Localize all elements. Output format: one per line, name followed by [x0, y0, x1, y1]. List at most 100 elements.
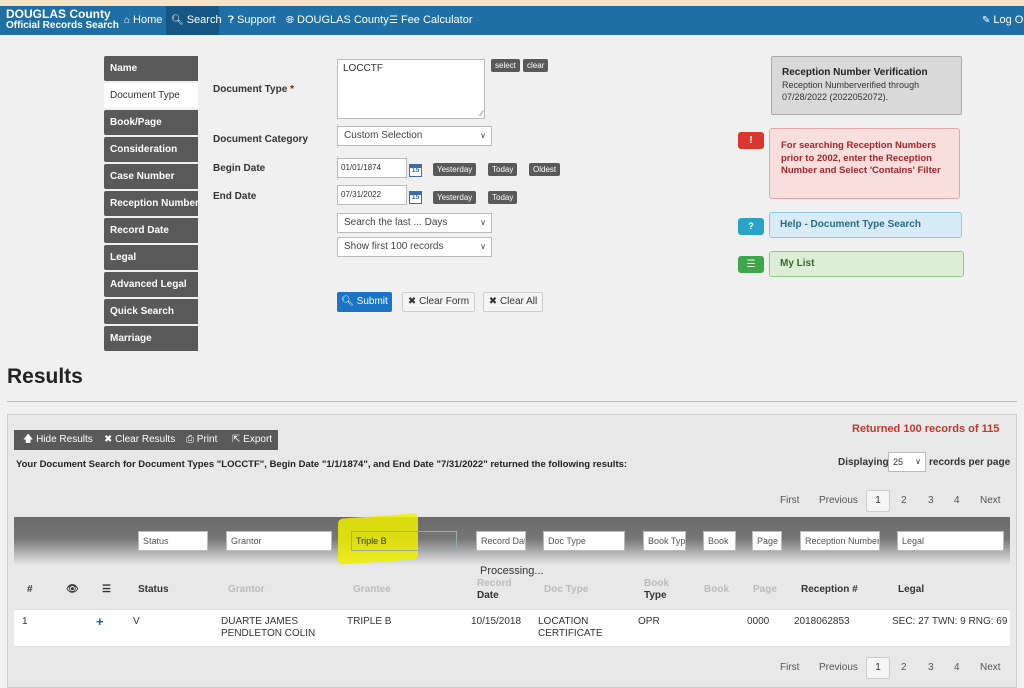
nav-fee-calculator[interactable]: ☰ Fee Calculator: [387, 6, 475, 35]
filter-legal-input[interactable]: Legal: [897, 531, 1004, 551]
clear-all-button[interactable]: ✖ Clear All: [483, 292, 543, 312]
nav-search[interactable]: 🔍︎ Search: [166, 6, 222, 35]
calendar-icon[interactable]: 15: [409, 191, 422, 204]
table-row[interactable]: [14, 609, 1010, 647]
pager-page-2[interactable]: 2: [901, 657, 907, 679]
verification-text: Reception Numberverified through 07/28/2…: [782, 80, 920, 102]
eye-icon[interactable]: 👁︎: [66, 584, 79, 596]
clear-results-button[interactable]: ✖ Clear Results: [104, 430, 175, 450]
pager-next[interactable]: Next: [980, 490, 1001, 512]
warning-icon: !: [738, 132, 764, 149]
filter-page-input[interactable]: Page: [752, 531, 782, 551]
end-date-input[interactable]: 07/31/2022: [337, 185, 407, 205]
reception-alert-box: For searching Reception Numbers prior to…: [769, 128, 960, 199]
col-header-grantee[interactable]: Grantee: [353, 584, 391, 596]
filter-doc-type-input[interactable]: Doc Type: [543, 531, 625, 551]
filter-reception-input[interactable]: Reception Number: [800, 531, 880, 551]
tab-book-page[interactable]: Book/Page: [104, 110, 198, 135]
filter-grantor-input[interactable]: Grantor: [226, 531, 332, 551]
tab-quick-search[interactable]: Quick Search: [104, 299, 198, 324]
filter-book-input[interactable]: Book: [703, 531, 736, 551]
submit-button[interactable]: 🔍︎ Submit: [337, 292, 392, 312]
resize-grip-icon[interactable]: ∕∕: [480, 109, 483, 118]
begin-date-input[interactable]: 01/01/1874: [337, 158, 407, 178]
hide-results-button[interactable]: 🡅 Hide Results: [23, 430, 93, 450]
help-document-type-button[interactable]: Help - Document Type Search: [769, 212, 962, 238]
nav-county[interactable]: 🌐︎ DOUGLAS County: [284, 6, 391, 35]
filter-status-input[interactable]: Status: [138, 531, 208, 551]
search-last-days-select[interactable]: Search the last ... Days ∨: [337, 213, 492, 233]
col-header-page[interactable]: Page: [753, 584, 777, 596]
list-icon[interactable]: ☰: [738, 256, 764, 273]
col-header-number[interactable]: #: [27, 584, 33, 596]
begin-today-button[interactable]: Today: [488, 163, 518, 176]
records-per-page-label: records per page: [929, 457, 1011, 468]
nav-logout[interactable]: ✎Log Ou: [982, 6, 1024, 35]
filter-grantee-input[interactable]: Triple B: [351, 531, 457, 551]
begin-date-label: Begin Date: [213, 163, 266, 174]
tab-case-number[interactable]: Case Number: [104, 164, 198, 189]
pager-previous[interactable]: Previous: [819, 490, 858, 512]
document-type-textarea[interactable]: LOCCTF ∕∕: [337, 59, 485, 119]
row-grantee: TRIPLE B: [347, 616, 392, 627]
document-category-select[interactable]: Custom Selection ∨: [337, 126, 492, 146]
pager-page-3[interactable]: 3: [928, 490, 934, 512]
displaying-label: Displaying: [838, 457, 889, 468]
nav-support[interactable]: ❓︎ Support: [226, 6, 278, 35]
clear-doc-type-button[interactable]: clear: [523, 59, 549, 72]
pager-next[interactable]: Next: [980, 657, 1001, 679]
tab-legal[interactable]: Legal: [104, 245, 198, 270]
export-button[interactable]: ⇱ Export: [232, 430, 272, 450]
col-header-legal[interactable]: Legal: [898, 584, 924, 596]
print-button[interactable]: ⎙ Print: [186, 430, 217, 450]
end-today-button[interactable]: Today: [488, 191, 518, 204]
tab-record-date[interactable]: Record Date: [104, 218, 198, 243]
my-list-button[interactable]: My List: [769, 251, 964, 277]
tab-document-type[interactable]: Document Type: [104, 83, 198, 108]
help-icon[interactable]: ?: [738, 218, 764, 235]
pager-page-4[interactable]: 4: [954, 490, 960, 512]
pager-bottom: First Previous 1 2 3 4 Next: [780, 657, 1010, 679]
tab-reception-number[interactable]: Reception Number: [104, 191, 199, 216]
tab-consideration[interactable]: Consideration: [104, 137, 198, 162]
tab-advanced-legal[interactable]: Advanced Legal: [104, 272, 198, 297]
search-icon: 🔍︎: [171, 15, 184, 26]
question-circle-icon: ❓︎: [228, 15, 235, 26]
clear-form-button[interactable]: ✖ Clear Form: [402, 292, 475, 312]
records-per-page-select[interactable]: 25 ∨: [888, 452, 926, 472]
end-yesterday-button[interactable]: Yesterday: [433, 191, 477, 204]
tab-name[interactable]: Name: [104, 56, 198, 81]
plus-icon[interactable]: +: [96, 614, 104, 629]
col-header-status[interactable]: Status: [138, 584, 169, 596]
col-header-book[interactable]: Book: [704, 584, 729, 596]
pager-page-4[interactable]: 4: [954, 657, 960, 679]
pager-top: First Previous 1 2 3 4 Next: [780, 490, 1010, 512]
nav-home[interactable]: ⌂ Home: [118, 6, 168, 35]
search-summary: Your Document Search for Document Types …: [16, 459, 628, 470]
pager-first[interactable]: First: [780, 657, 799, 679]
list-icon[interactable]: ☰: [102, 584, 111, 596]
col-header-reception[interactable]: Reception #: [801, 584, 858, 596]
pager-page-1[interactable]: 1: [866, 490, 890, 512]
begin-yesterday-button[interactable]: Yesterday: [433, 163, 477, 176]
oldest-button[interactable]: Oldest: [529, 163, 561, 176]
col-header-book-type[interactable]: Book Type: [644, 578, 669, 602]
filter-book-type-input[interactable]: Book Typ: [643, 531, 686, 551]
brand[interactable]: DOUGLAS County Official Records Search: [6, 8, 119, 31]
pager-previous[interactable]: Previous: [819, 657, 858, 679]
select-doc-type-button[interactable]: select: [491, 59, 520, 72]
x-icon: ✖: [488, 296, 500, 307]
col-header-doc-type[interactable]: Doc Type: [544, 584, 588, 596]
calendar-icon[interactable]: 15: [409, 164, 422, 177]
pager-page-2[interactable]: 2: [901, 490, 907, 512]
search-icon: 🔍︎: [341, 296, 357, 307]
pager-first[interactable]: First: [780, 490, 799, 512]
pager-page-1[interactable]: 1: [866, 657, 890, 679]
col-header-record-date[interactable]: Record Date: [477, 578, 511, 602]
pager-page-3[interactable]: 3: [928, 657, 934, 679]
show-first-select[interactable]: Show first 100 records ∨: [337, 237, 492, 257]
tab-marriage[interactable]: Marriage: [104, 326, 198, 351]
filter-record-date-input[interactable]: Record Dat: [476, 531, 526, 551]
col-header-grantor[interactable]: Grantor: [228, 584, 265, 596]
print-icon: ⎙: [186, 434, 197, 445]
